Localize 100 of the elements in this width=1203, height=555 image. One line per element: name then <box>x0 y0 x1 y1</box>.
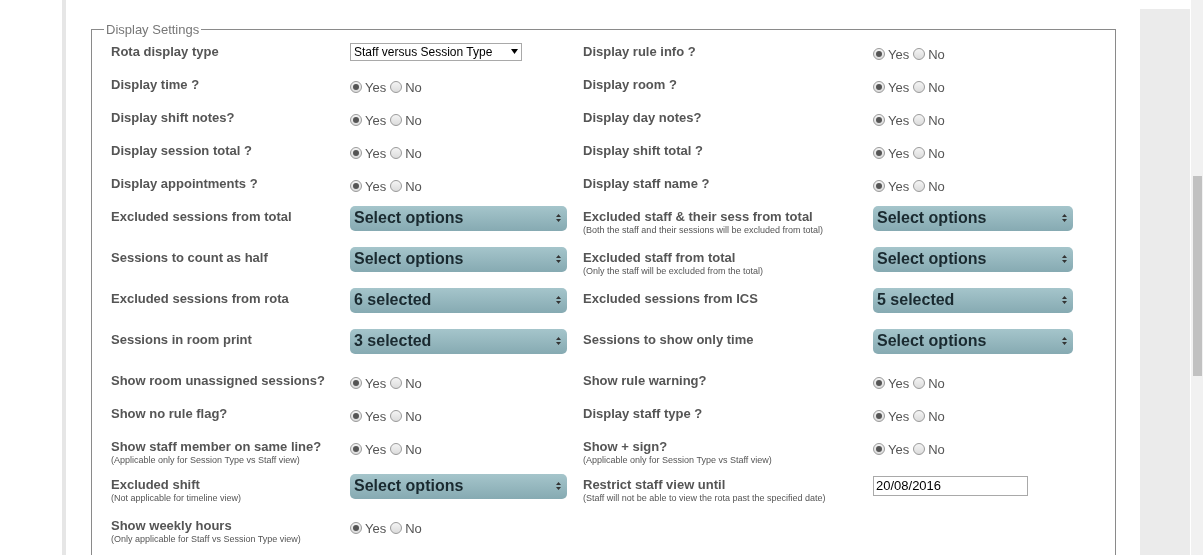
sort-arrows-icon <box>1062 255 1067 263</box>
radio-button[interactable] <box>913 377 926 390</box>
radio-label: Yes <box>888 177 910 196</box>
radio-button[interactable] <box>350 377 362 390</box>
radio-button[interactable] <box>390 147 403 160</box>
sort-arrows-icon <box>556 482 561 490</box>
radio-button[interactable] <box>873 147 885 160</box>
radio-button[interactable] <box>350 522 362 535</box>
field-note: (Applicable only for Session Type vs Staff view) <box>583 454 773 466</box>
multiselect-dropdown[interactable]: Select options <box>350 246 567 272</box>
radio-button[interactable] <box>913 180 926 193</box>
radio-button[interactable] <box>913 114 926 127</box>
radio-label: No <box>928 407 945 426</box>
radio-button[interactable] <box>390 81 403 94</box>
radio-button[interactable] <box>873 443 885 456</box>
radio-label: Yes <box>888 407 910 426</box>
radio-button[interactable] <box>873 48 885 61</box>
radio-button[interactable] <box>350 81 362 94</box>
radio-button[interactable] <box>913 48 926 61</box>
field-label: Sessions to show only time <box>583 331 755 348</box>
radio-button[interactable] <box>350 114 362 127</box>
field-label: Excluded sessions from total <box>111 208 293 225</box>
radio-label: Yes <box>365 374 387 393</box>
multiselect-dropdown[interactable]: 6 selected <box>350 287 567 313</box>
field-label: Show no rule flag? <box>111 405 229 422</box>
radio-button[interactable] <box>390 377 403 390</box>
radio-label: Yes <box>888 374 910 393</box>
radio-label: Yes <box>888 144 910 163</box>
radio-label: Yes <box>888 45 910 64</box>
radio-button[interactable] <box>873 180 885 193</box>
scrollbar-thumb[interactable] <box>1193 176 1202 376</box>
multiselect-dropdown[interactable]: 3 selected <box>350 328 567 354</box>
radio-label: No <box>928 440 945 459</box>
field-label: Display appointments ? <box>111 175 259 192</box>
scrollbar[interactable] <box>1191 0 1203 555</box>
sort-arrows-icon <box>1062 337 1067 345</box>
sort-arrows-icon <box>556 255 561 263</box>
fieldset-legend: Display Settings <box>104 20 202 40</box>
radio-label: Yes <box>365 177 387 196</box>
radio-button[interactable] <box>873 377 885 390</box>
field-label: Display session total ? <box>111 142 253 159</box>
multiselect-dropdown[interactable]: Select options <box>873 246 1073 272</box>
radio-label: Yes <box>888 440 910 459</box>
radio-button[interactable] <box>350 443 362 456</box>
radio-label: Yes <box>888 111 910 130</box>
radio-button[interactable] <box>913 410 926 423</box>
field-label: Excluded sessions from ICS <box>583 290 759 307</box>
radio-label: Yes <box>365 144 387 163</box>
radio-label: Yes <box>365 407 387 426</box>
radio-button[interactable] <box>873 114 885 127</box>
radio-button[interactable] <box>913 81 926 94</box>
radio-button[interactable] <box>873 410 885 423</box>
field-label: Display staff type ? <box>583 405 704 422</box>
field-label: Display shift notes? <box>111 109 236 126</box>
field-note: (Applicable only for Session Type vs Staff view) <box>111 454 301 466</box>
multiselect-dropdown[interactable]: 5 selected <box>873 287 1073 313</box>
multiselect-dropdown[interactable]: Select options <box>873 328 1073 354</box>
radio-label: No <box>405 144 422 163</box>
radio-label: Yes <box>365 111 387 130</box>
radio-label: No <box>928 374 945 393</box>
radio-button[interactable] <box>913 147 926 160</box>
field-note: (Staff will not be able to view the rota past the specified date) <box>583 492 827 504</box>
caret-icon <box>511 49 518 54</box>
radio-button[interactable] <box>390 443 403 456</box>
field-label: Sessions in room print <box>111 331 253 348</box>
radio-label: No <box>405 177 422 196</box>
radio-label: No <box>405 111 422 130</box>
sort-arrows-icon <box>556 337 561 345</box>
radio-label: Yes <box>888 78 910 97</box>
sort-arrows-icon <box>556 214 561 222</box>
radio-label: No <box>928 144 945 163</box>
radio-label: No <box>928 111 945 130</box>
field-note: (Only applicable for Staff vs Session Type view) <box>111 533 302 545</box>
radio-button[interactable] <box>350 410 362 423</box>
field-label: Excluded staff & their sess from total <box>583 208 814 225</box>
multiselect-dropdown[interactable]: Select options <box>350 473 567 499</box>
radio-button[interactable] <box>390 522 403 535</box>
sort-arrows-icon <box>1062 214 1067 222</box>
radio-label: No <box>928 177 945 196</box>
field-label: Show staff member on same line? <box>111 438 323 455</box>
field-label: Display time ? <box>111 76 201 93</box>
field-label: Display shift total ? <box>583 142 704 159</box>
multiselect-dropdown[interactable]: Select options <box>350 205 567 231</box>
multiselect-dropdown[interactable]: Select options <box>873 205 1073 231</box>
field-label: Show + sign? <box>583 438 669 455</box>
field-label: Excluded staff from total <box>583 249 737 266</box>
dropdown[interactable]: Staff versus Session Type <box>350 42 522 61</box>
radio-button[interactable] <box>913 443 926 456</box>
field-note: (Only the staff will be excluded from the total) <box>583 265 764 277</box>
radio-button[interactable] <box>390 114 403 127</box>
radio-button[interactable] <box>350 147 362 160</box>
field-label: Excluded shift <box>111 476 201 493</box>
radio-button[interactable] <box>390 410 403 423</box>
field-label: Show room unassigned sessions? <box>111 372 326 389</box>
radio-label: Yes <box>365 519 387 538</box>
field-label: Display day notes? <box>583 109 703 126</box>
date-field[interactable]: 20/08/2016 <box>873 475 1028 496</box>
radio-button[interactable] <box>873 81 885 94</box>
radio-button[interactable] <box>350 180 362 193</box>
radio-button[interactable] <box>390 180 403 193</box>
